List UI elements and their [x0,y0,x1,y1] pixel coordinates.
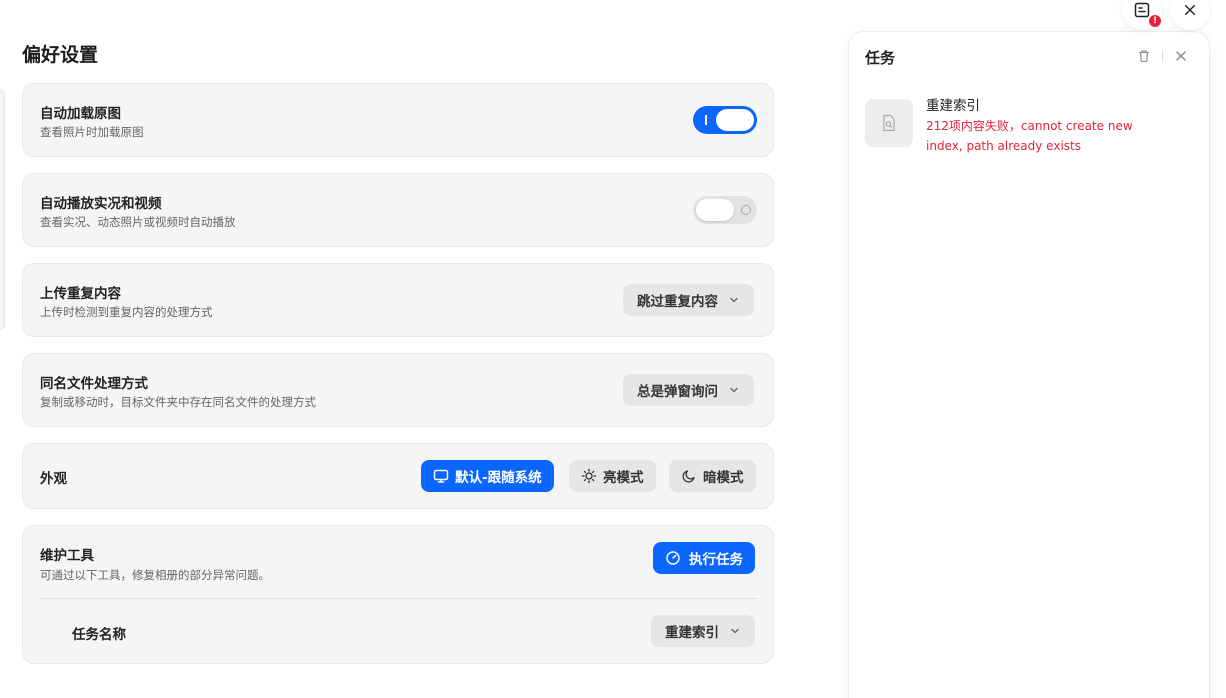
task-item-error: 212项内容失败，cannot create new index, path a… [926,119,1133,153]
dropdown-value: 总是弹窗询问 [637,384,718,400]
setting-title: 自动加载原图 [40,106,121,122]
chevron-down-icon [731,628,739,634]
tasks-panel-actions [1136,48,1189,64]
dropdown-value: 重建索引 [665,625,719,641]
appearance-system-button[interactable]: 默认-跟随系统 [421,460,554,492]
setting-title: 维护工具 [40,548,94,564]
setting-subtitle: 查看照片时加载原图 [40,125,144,139]
appearance-option-label: 暗模式 [703,470,744,486]
chevron-down-icon [730,387,738,393]
background-panel-edge [0,88,5,332]
monitor-icon [433,469,449,483]
separator [1162,50,1163,62]
run-task-label: 执行任务 [689,552,743,568]
setting-subtitle: 上传时检测到重复内容的处理方式 [40,305,213,319]
moon-icon [682,470,695,483]
setting-same-name-files: 同名文件处理方式 复制或移动时，目标文件夹中存在同名文件的处理方式 总是弹窗询问 [22,353,774,427]
toggle-on-indicator [705,115,707,125]
close-icon[interactable] [1173,48,1189,64]
appearance-dark-button[interactable]: 暗模式 [669,460,756,492]
appearance-option-label: 默认-跟随系统 [455,470,542,486]
dropdown-value: 跳过重复内容 [637,294,718,310]
appearance-option-label: 亮模式 [603,470,644,486]
setting-appearance: 外观 默认-跟随系统 亮模式 暗模式 [22,443,774,509]
divider [40,598,758,599]
setting-auto-load-original: 自动加载原图 查看照片时加载原图 [22,83,774,157]
setting-subtitle: 查看实况、动态照片或视频时自动播放 [40,215,236,229]
auto-load-original-toggle[interactable] [693,106,757,134]
sun-icon [581,468,597,484]
same-name-files-dropdown[interactable]: 总是弹窗询问 [623,374,754,406]
appearance-light-button[interactable]: 亮模式 [569,460,656,492]
autoplay-live-toggle[interactable] [693,196,757,224]
gauge-icon [666,551,680,565]
trash-icon[interactable] [1136,48,1152,64]
page-title: 偏好设置 [22,44,99,66]
run-task-button[interactable]: 执行任务 [653,542,755,574]
close-icon [1184,4,1196,16]
setting-title: 上传重复内容 [40,286,121,302]
notification-badge: ! [1148,14,1162,28]
setting-maintenance: 维护工具 可通过以下工具，修复相册的部分异常问题。 执行任务 任务名称 重建索引 [22,525,774,664]
file-search-icon [883,114,895,132]
setting-title: 同名文件处理方式 [40,376,148,392]
task-name-dropdown[interactable]: 重建索引 [651,615,755,647]
setting-upload-duplicates: 上传重复内容 上传时检测到重复内容的处理方式 跳过重复内容 [22,263,774,337]
setting-subtitle: 复制或移动时，目标文件夹中存在同名文件的处理方式 [40,395,316,409]
setting-subtitle: 可通过以下工具，修复相册的部分异常问题。 [40,568,270,582]
toggle-off-indicator [741,205,751,215]
setting-autoplay-live: 自动播放实况和视频 查看实况、动态照片或视频时自动播放 [22,173,774,247]
close-window-button[interactable] [1170,0,1210,30]
upload-duplicates-dropdown[interactable]: 跳过重复内容 [623,284,754,316]
setting-title: 自动播放实况和视频 [40,196,162,212]
tasks-panel-title: 任务 [865,49,896,67]
chevron-down-icon [730,297,738,303]
setting-title: 外观 [40,471,67,487]
task-item-name: 重建索引 [926,98,980,114]
task-name-label: 任务名称 [72,627,126,643]
task-item-icon [865,99,913,147]
tasks-panel: 任务 重建索引 212项内容失败，cannot create new index… [848,31,1210,698]
toggle-knob [696,199,734,221]
toggle-knob [716,109,754,131]
